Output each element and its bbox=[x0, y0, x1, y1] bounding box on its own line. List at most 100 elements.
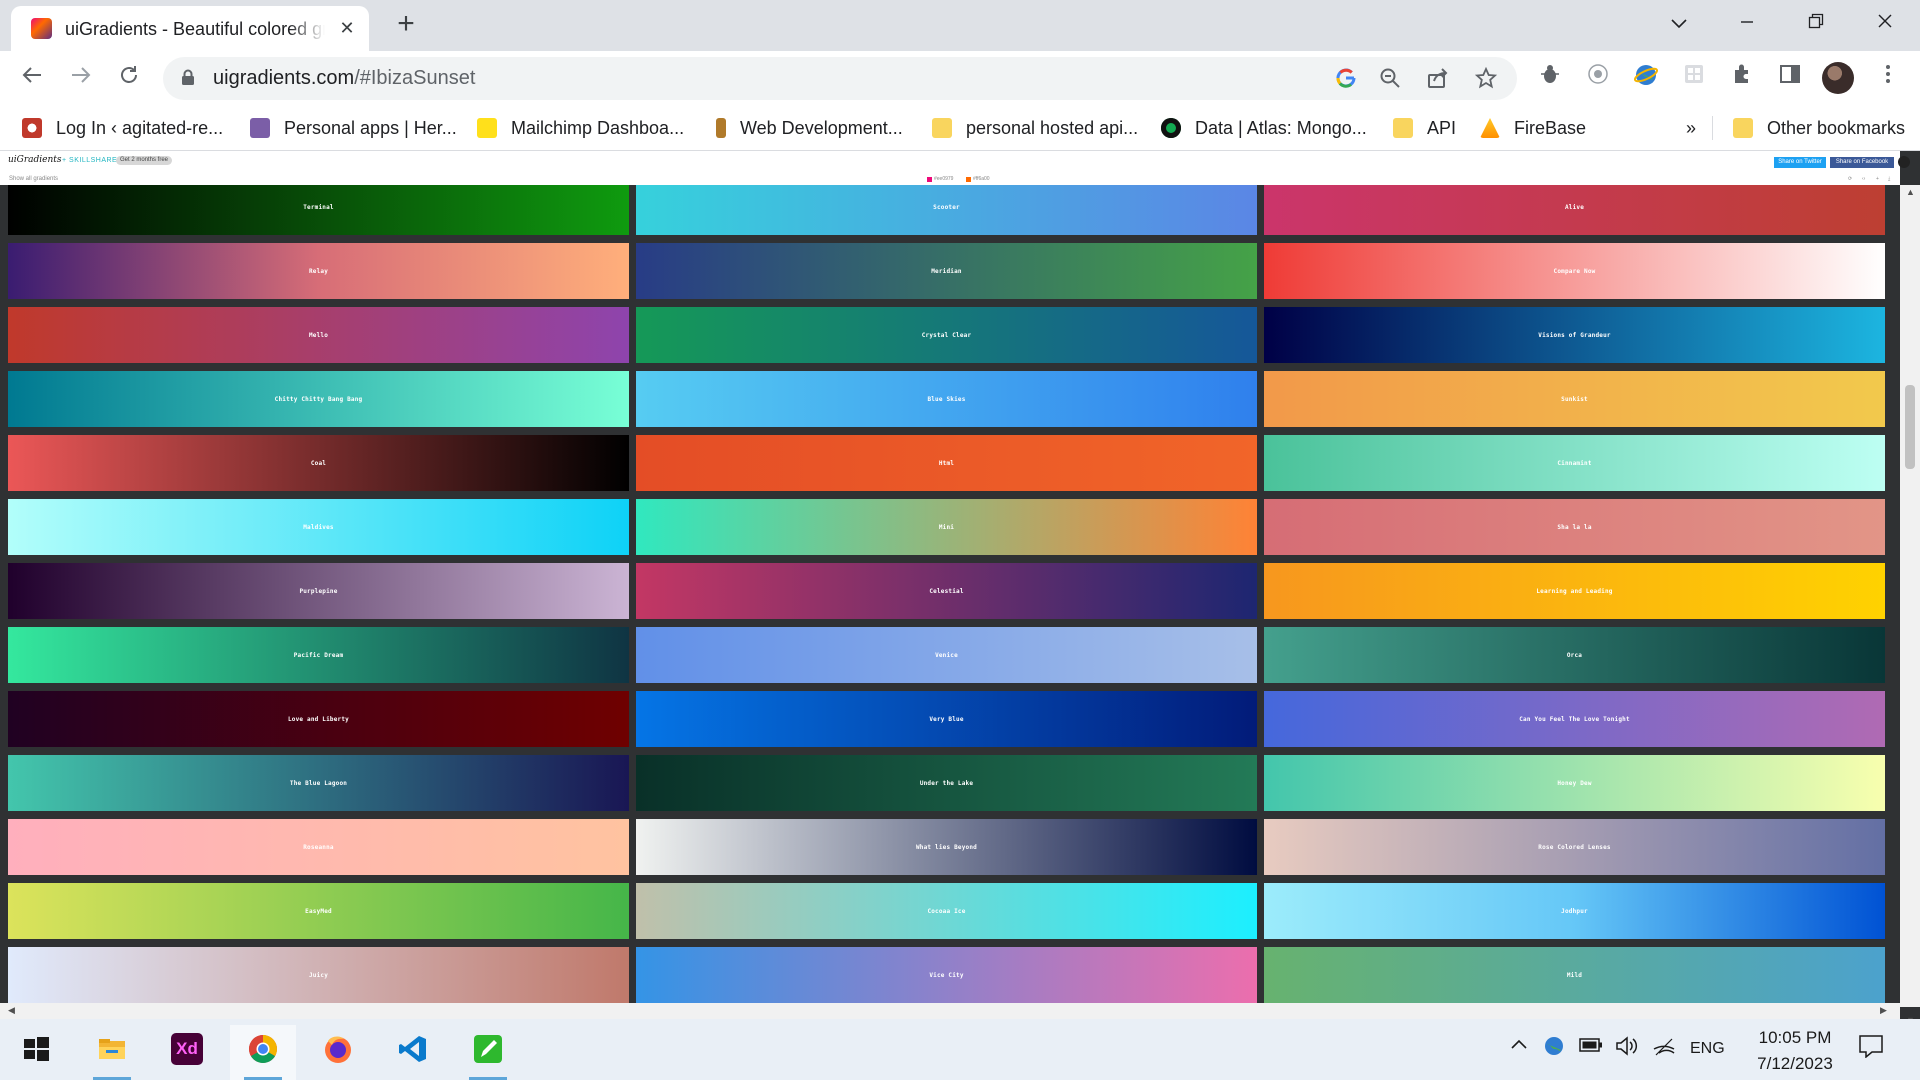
gradient-swatch[interactable]: Relay bbox=[8, 243, 629, 299]
camera-extension-icon[interactable] bbox=[1584, 63, 1612, 91]
gradient-swatch[interactable]: Venice bbox=[636, 627, 1257, 683]
gradient-swatch[interactable]: Meridian bbox=[636, 243, 1257, 299]
bookmark-item[interactable]: Data | Atlas: Mongo... bbox=[1161, 116, 1367, 140]
gradient-swatch[interactable]: Roseanna bbox=[8, 819, 629, 875]
add-icon[interactable]: + bbox=[1876, 176, 1879, 182]
reload-icon[interactable] bbox=[113, 63, 145, 95]
profile-avatar[interactable] bbox=[1822, 62, 1854, 94]
restore-window-icon[interactable] bbox=[1793, 8, 1839, 38]
close-tab-icon[interactable]: ✕ bbox=[335, 16, 359, 40]
gradient-swatch[interactable]: Scooter bbox=[636, 185, 1257, 235]
bookmark-item[interactable]: Personal apps | Her... bbox=[250, 116, 457, 140]
gradient-swatch[interactable]: Vice City bbox=[636, 947, 1257, 1003]
gradient-swatch[interactable]: Visions of Grandeur bbox=[1264, 307, 1885, 363]
code-icon[interactable]: ‹› bbox=[1862, 176, 1865, 182]
zoom-icon[interactable] bbox=[1377, 67, 1403, 93]
tab-search-icon[interactable] bbox=[1656, 8, 1702, 38]
gradient-swatch[interactable]: Learning and Leading bbox=[1264, 563, 1885, 619]
language-indicator[interactable]: ENG bbox=[1690, 1040, 1725, 1058]
scroll-up-arrow-icon[interactable]: ▲ bbox=[1906, 187, 1915, 197]
vertical-scrollbar[interactable]: ▲ ▼ bbox=[1900, 185, 1920, 1019]
skillshare-label[interactable]: + SKILLSHARE bbox=[62, 157, 117, 164]
gradient-swatch[interactable]: Compare Now bbox=[1264, 243, 1885, 299]
gradient-swatch[interactable]: Jodhpur bbox=[1264, 883, 1885, 939]
gradient-swatch[interactable]: EasyMed bbox=[8, 883, 629, 939]
gradient-swatch[interactable]: Sunkist bbox=[1264, 371, 1885, 427]
notifications-icon[interactable] bbox=[1858, 1034, 1884, 1063]
promo-pill[interactable]: Get 2 months free bbox=[116, 156, 173, 165]
github-icon[interactable] bbox=[1898, 156, 1910, 168]
google-lens-icon[interactable] bbox=[1333, 67, 1359, 93]
show-all-gradients-link[interactable]: Show all gradients bbox=[9, 176, 58, 182]
rotate-icon[interactable]: ⟳ bbox=[1848, 176, 1852, 182]
gradient-swatch[interactable]: Purplepine bbox=[8, 563, 629, 619]
forward-arrow-icon[interactable] bbox=[65, 63, 97, 95]
globe-extension-icon[interactable] bbox=[1632, 63, 1660, 91]
extensions-puzzle-icon[interactable] bbox=[1728, 63, 1756, 91]
gradient-swatch[interactable]: Mild bbox=[1264, 947, 1885, 1003]
share-twitter-button[interactable]: Share on Twitter bbox=[1774, 157, 1826, 168]
site-logo[interactable]: uiGradients bbox=[8, 155, 62, 165]
side-panel-icon[interactable] bbox=[1776, 63, 1804, 91]
bug-extension-icon[interactable] bbox=[1536, 63, 1564, 91]
gradient-swatch[interactable]: Coal bbox=[8, 435, 629, 491]
gradient-swatch[interactable]: Mini bbox=[636, 499, 1257, 555]
gradient-swatch[interactable]: Rose Colored Lenses bbox=[1264, 819, 1885, 875]
gradient-swatch[interactable]: Honey Dew bbox=[1264, 755, 1885, 811]
gradient-swatch[interactable]: Chitty Chitty Bang Bang bbox=[8, 371, 629, 427]
gradient-swatch[interactable]: Mello bbox=[8, 307, 629, 363]
url-text[interactable]: uigradients.com/#IbizaSunset bbox=[213, 67, 475, 90]
edit-app-button[interactable] bbox=[455, 1025, 521, 1080]
new-tab-button[interactable]: + bbox=[390, 9, 422, 41]
gradient-swatch[interactable]: Juicy bbox=[8, 947, 629, 1003]
volume-icon[interactable] bbox=[1615, 1035, 1639, 1062]
share-facebook-button[interactable]: Share on Facebook bbox=[1830, 157, 1894, 168]
gradient-swatch[interactable]: Celestial bbox=[636, 563, 1257, 619]
share-icon[interactable] bbox=[1425, 67, 1451, 93]
gradient-swatch[interactable]: Can You Feel The Love Tonight bbox=[1264, 691, 1885, 747]
bookmark-folder[interactable]: API bbox=[1393, 116, 1456, 140]
other-bookmarks-folder[interactable]: Other bookmarks bbox=[1733, 116, 1905, 140]
gradient-swatch[interactable]: Crystal Clear bbox=[636, 307, 1257, 363]
download-icon[interactable]: ⤓ bbox=[1888, 176, 1890, 182]
minimize-window-icon[interactable] bbox=[1724, 8, 1770, 38]
address-bar[interactable]: uigradients.com/#IbizaSunset bbox=[163, 57, 1517, 100]
show-hidden-icons-chevron-icon[interactable] bbox=[1510, 1037, 1528, 1055]
gradient-swatch[interactable]: Cinnamint bbox=[1264, 435, 1885, 491]
firefox-button[interactable] bbox=[305, 1025, 371, 1080]
network-globe-icon[interactable] bbox=[1543, 1035, 1565, 1062]
bookmark-item[interactable]: Mailchimp Dashboa... bbox=[477, 116, 684, 140]
menu-kebab-icon[interactable] bbox=[1874, 63, 1902, 91]
bookmark-folder[interactable]: personal hosted api... bbox=[932, 116, 1138, 140]
gradient-swatch[interactable]: Pacific Dream bbox=[8, 627, 629, 683]
gradient-swatch[interactable]: The Blue Lagoon bbox=[8, 755, 629, 811]
gradient-swatch[interactable]: Blue Skies bbox=[636, 371, 1257, 427]
wifi-icon[interactable] bbox=[1652, 1035, 1676, 1062]
gradient-swatch[interactable]: Sha la la bbox=[1264, 499, 1885, 555]
gradient-swatch[interactable]: Cocoaa Ice bbox=[636, 883, 1257, 939]
gradient-swatch[interactable]: What lies Beyond bbox=[636, 819, 1257, 875]
gradient-swatch[interactable]: Maldives bbox=[8, 499, 629, 555]
gradient-swatch[interactable]: Love and Liberty bbox=[8, 691, 629, 747]
lock-icon[interactable] bbox=[181, 69, 195, 91]
system-clock[interactable]: 10:05 PM 7/12/2023 bbox=[1740, 1025, 1850, 1077]
gradient-swatch[interactable]: Orca bbox=[1264, 627, 1885, 683]
chrome-button[interactable] bbox=[230, 1025, 296, 1080]
browser-tab-active[interactable]: uiGradients - Beautiful colored gradient… bbox=[11, 6, 369, 51]
scroll-left-arrow-icon[interactable]: ◀ bbox=[8, 1005, 15, 1016]
scroll-right-arrow-icon[interactable]: ▶ bbox=[1880, 1005, 1887, 1016]
gradient-swatch[interactable]: Under the Lake bbox=[636, 755, 1257, 811]
vscode-button[interactable] bbox=[380, 1025, 446, 1080]
bookmarks-overflow-button[interactable]: » bbox=[1686, 116, 1696, 140]
gradient-swatch[interactable]: Terminal bbox=[8, 185, 629, 235]
battery-icon[interactable] bbox=[1579, 1037, 1603, 1058]
bookmark-item[interactable]: FireBase bbox=[1480, 116, 1586, 140]
gradient-swatch[interactable]: Alive bbox=[1264, 185, 1885, 235]
grid-extension-icon[interactable] bbox=[1680, 63, 1708, 91]
scrollbar-thumb[interactable] bbox=[1905, 385, 1915, 469]
gradient-swatch[interactable]: Html bbox=[636, 435, 1257, 491]
horizontal-scrollbar[interactable]: ◀ ▶ bbox=[0, 1003, 1900, 1019]
close-window-icon[interactable] bbox=[1862, 8, 1908, 38]
bookmark-item[interactable]: Log In ‹ agitated-re... bbox=[22, 116, 223, 140]
bookmark-star-icon[interactable] bbox=[1473, 66, 1499, 93]
